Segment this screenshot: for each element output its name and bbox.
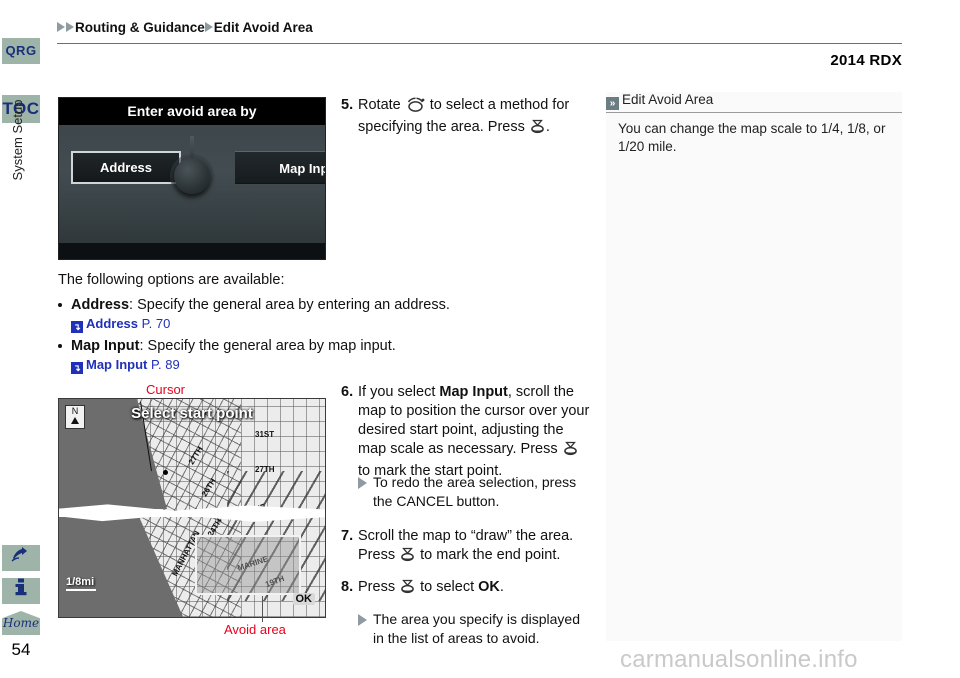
nav-screen-bottom-bar bbox=[59, 243, 325, 259]
model-year-label: 2014 RDX bbox=[830, 52, 902, 69]
xref-arrow-icon: ↴ bbox=[71, 321, 83, 333]
side-note-panel: » Edit Avoid Area You can change the map … bbox=[606, 92, 902, 641]
substep-redo-text: To redo the area selection, press the CA… bbox=[373, 474, 577, 509]
step-8-pre: Press bbox=[358, 579, 400, 595]
nav-dial-knob-icon[interactable] bbox=[174, 158, 210, 194]
nav-button-address[interactable]: Address bbox=[71, 151, 181, 184]
map-ok-button[interactable]: OK bbox=[292, 593, 315, 605]
step-8: 8. Press to select OK. bbox=[341, 578, 591, 600]
map-illustration: 31ST 27TH 27TH 26TH MARINE MARINE 19TH 2… bbox=[58, 398, 326, 618]
map-screenshot: 31ST 27TH 27TH 26TH MARINE MARINE 19TH 2… bbox=[58, 398, 326, 618]
xref-map-input-page: P. 89 bbox=[151, 357, 180, 372]
map-scale-indicator: 1/8mi bbox=[66, 576, 96, 591]
step-6-bold: Map Input bbox=[439, 384, 508, 400]
step-5-pre: Rotate bbox=[358, 97, 405, 113]
voice-command-icon[interactable] bbox=[2, 545, 40, 571]
manual-page: QRG TOC System Setup Home 54 Routing & G… bbox=[0, 0, 960, 678]
step-8-bold: OK bbox=[478, 579, 500, 595]
option-map-input-text: Map Input: Specify the general area by m… bbox=[71, 338, 396, 354]
step-7: 7. Scroll the map to “draw” the area. Pr… bbox=[341, 527, 591, 568]
substep-triangle-icon bbox=[358, 614, 367, 626]
press-dial-icon bbox=[400, 547, 415, 568]
nav-knob-stem bbox=[190, 136, 194, 160]
breadcrumb-triangle-icon bbox=[57, 22, 65, 33]
site-watermark: carmanualsonline.info bbox=[620, 646, 858, 673]
substep-area-displayed: The area you specify is displayed in the… bbox=[358, 610, 594, 648]
sidebar-home-button[interactable]: Home bbox=[2, 611, 40, 635]
step-7-number: 7. bbox=[341, 528, 354, 544]
xref-arrow-icon: ↴ bbox=[71, 362, 83, 374]
option-map-input-term: Map Input bbox=[71, 338, 140, 354]
rotate-dial-icon bbox=[406, 97, 425, 118]
bullet-dot-icon bbox=[58, 303, 62, 307]
option-address-term: Address bbox=[71, 297, 130, 313]
note-chevrons-icon: » bbox=[606, 97, 619, 110]
option-address-text: Address: Specify the general area by ent… bbox=[71, 297, 450, 313]
substep-redo-selection: To redo the area selection, press the CA… bbox=[358, 473, 594, 511]
step-7-post: to mark the end point. bbox=[416, 547, 561, 563]
step-8-post: . bbox=[499, 579, 504, 595]
bullet-dot-icon bbox=[58, 344, 62, 348]
map-cursor-point bbox=[163, 470, 168, 475]
press-dial-icon bbox=[530, 119, 545, 140]
step-5-post: . bbox=[545, 119, 550, 135]
sidebar-tab-qrg[interactable]: QRG bbox=[2, 38, 40, 64]
nav-button-map-input[interactable]: Map Input bbox=[235, 151, 325, 184]
step-6-pre: If you select bbox=[358, 384, 440, 400]
map-street-label: 27TH bbox=[255, 465, 275, 474]
xref-map-input-label: Map Input bbox=[86, 357, 148, 372]
step-6-number: 6. bbox=[341, 384, 354, 400]
map-scale-label: 1/8mi bbox=[66, 576, 95, 588]
step-8-number: 8. bbox=[341, 579, 354, 595]
note-heading-text: Edit Avoid Area bbox=[622, 92, 714, 107]
step-7-text: Scroll the map to “draw” the area. Press… bbox=[358, 527, 591, 568]
breadcrumb: Routing & Guidance Edit Avoid Area bbox=[57, 19, 313, 35]
options-intro-text: The following options are available: bbox=[58, 272, 285, 288]
note-body-text: You can change the map scale to 1/4, 1/8… bbox=[618, 121, 886, 154]
option-map-input-desc: : Specify the general area by map input. bbox=[139, 338, 396, 354]
left-sidebar: QRG TOC System Setup Home 54 bbox=[0, 0, 46, 678]
annotation-avoid-area-label: Avoid area bbox=[224, 622, 286, 637]
xref-address-page: P. 70 bbox=[141, 316, 171, 331]
substep-triangle-icon bbox=[358, 477, 367, 489]
option-map-input: Map Input: Specify the general area by m… bbox=[58, 338, 396, 374]
map-scale-bar bbox=[66, 589, 96, 591]
xref-address-label: Address bbox=[86, 316, 139, 331]
step-6: 6. If you select Map Input, scroll the m… bbox=[341, 383, 591, 481]
sidebar-section-label: System Setup bbox=[10, 99, 25, 181]
annotation-cursor-label: Cursor bbox=[146, 382, 186, 397]
step-5: 5. Rotate to select a method for specify… bbox=[341, 96, 591, 140]
option-address: Address: Specify the general area by ent… bbox=[58, 297, 450, 333]
xref-map-input[interactable]: ↴ Map Input P. 89 bbox=[71, 357, 396, 374]
page-number: 54 bbox=[11, 640, 31, 659]
note-heading: » Edit Avoid Area bbox=[606, 92, 713, 110]
xref-address[interactable]: ↴ Address P. 70 bbox=[71, 316, 450, 333]
substep-area-displayed-text: The area you specify is displayed in the… bbox=[373, 611, 580, 646]
breadcrumb-triangle-icon bbox=[204, 22, 213, 33]
map-street-label: 31ST bbox=[255, 430, 275, 439]
step-5-number: 5. bbox=[341, 97, 354, 113]
avoid-area-rectangle bbox=[195, 535, 301, 595]
nav-screen-illustration: Enter avoid area by Address Map Input bbox=[58, 97, 326, 260]
note-divider bbox=[606, 112, 902, 113]
breadcrumb-triangle-icon bbox=[66, 22, 74, 33]
map-screen-title: Select start point bbox=[131, 405, 253, 422]
step-8-text: Press to select OK. bbox=[358, 578, 591, 600]
press-dial-icon bbox=[400, 579, 415, 600]
press-dial-icon bbox=[563, 441, 578, 462]
nav-screen-title: Enter avoid area by bbox=[59, 98, 325, 125]
step-8-mid: to select bbox=[416, 579, 479, 595]
header-divider bbox=[57, 43, 902, 44]
map-street-label: PACIFIC bbox=[324, 458, 325, 489]
info-icon[interactable] bbox=[2, 578, 40, 604]
step-6-text: If you select Map Input, scroll the map … bbox=[358, 383, 591, 481]
step-5-text: Rotate to select a method for specifying… bbox=[358, 96, 591, 140]
option-address-desc: : Specify the general area by entering a… bbox=[129, 297, 450, 313]
breadcrumb-item-edit-avoid-area[interactable]: Edit Avoid Area bbox=[214, 20, 313, 35]
breadcrumb-item-routing-guidance[interactable]: Routing & Guidance bbox=[75, 20, 205, 35]
avoid-area-leader-line bbox=[262, 596, 263, 622]
